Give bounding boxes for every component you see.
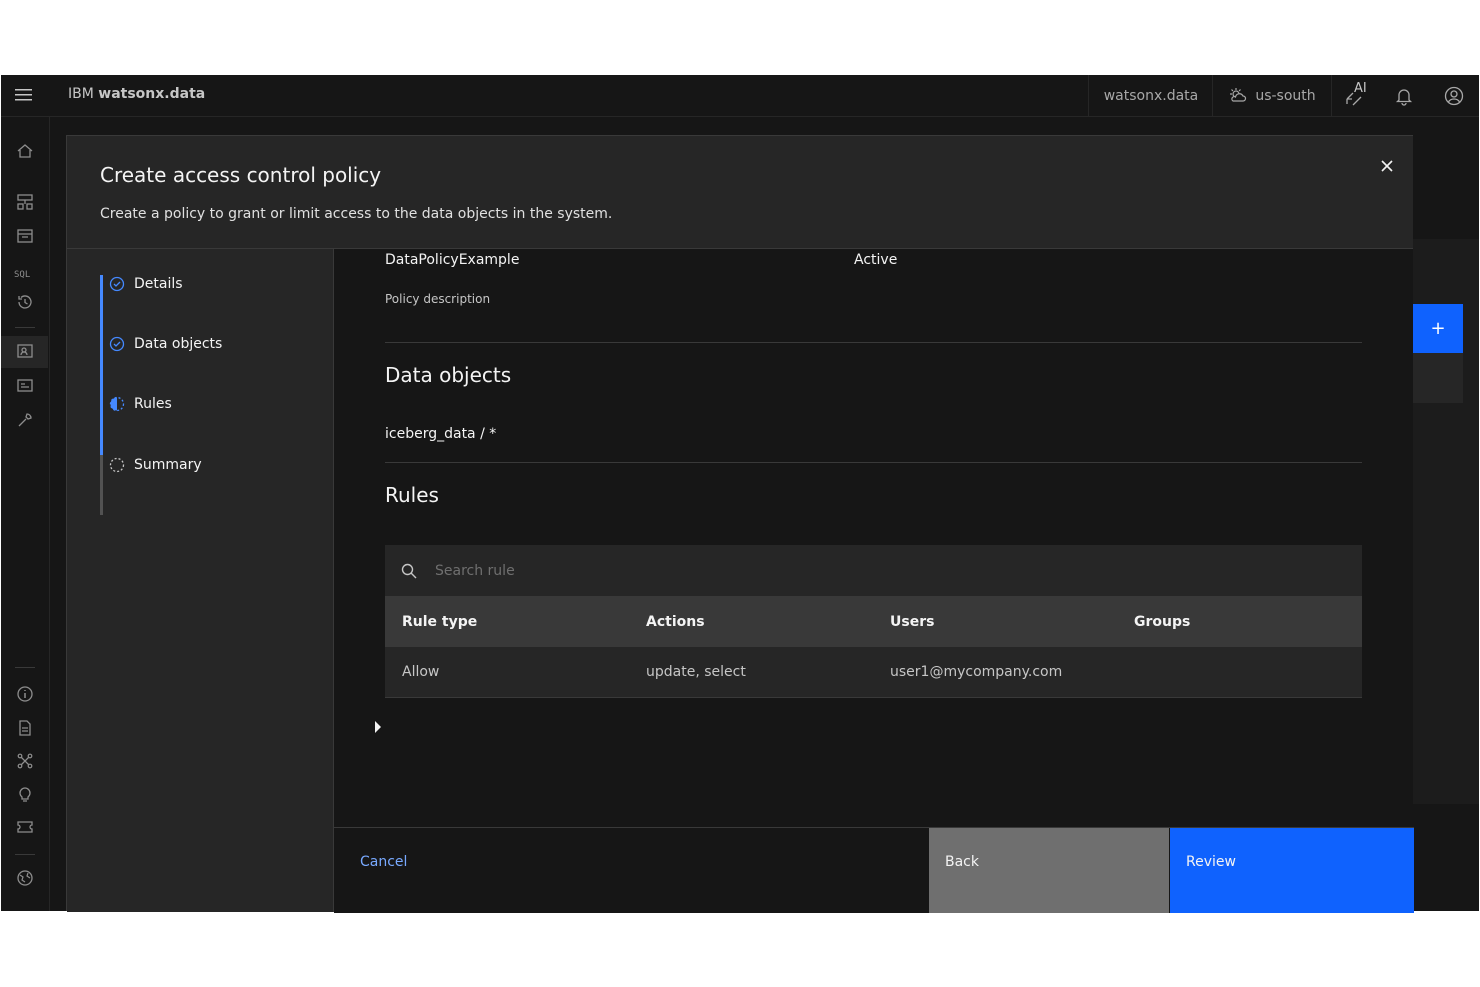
progress-line-complete bbox=[100, 275, 103, 455]
sql-icon[interactable]: SQL bbox=[14, 262, 36, 280]
step-details[interactable]: Details bbox=[109, 276, 183, 292]
step-label: Summary bbox=[134, 457, 202, 473]
column-header-rule-type[interactable]: Rule type bbox=[385, 614, 629, 630]
background-table-row bbox=[1413, 353, 1463, 403]
top-bar: IBM watsonx.data watsonx.data us-south A… bbox=[1, 75, 1479, 117]
configurations-icon[interactable] bbox=[16, 411, 34, 429]
notifications-button[interactable] bbox=[1379, 75, 1429, 116]
search-icon bbox=[401, 563, 417, 579]
global-icon[interactable] bbox=[16, 869, 34, 887]
cancel-button[interactable]: Cancel bbox=[334, 828, 929, 913]
policy-status: Active bbox=[854, 252, 898, 268]
create-policy-modal: Create access control policy Create a po… bbox=[66, 135, 1414, 913]
policy-description-label: Policy description bbox=[385, 292, 491, 306]
step-label: Rules bbox=[134, 396, 172, 412]
modal-footer: Cancel Back Review bbox=[334, 827, 1414, 913]
product-name[interactable]: IBM watsonx.data bbox=[68, 86, 205, 102]
close-icon[interactable] bbox=[1373, 152, 1401, 180]
ai-assistant-icon: AI bbox=[1345, 81, 1367, 107]
modal-subtitle: Create a policy to grant or limit access… bbox=[100, 206, 613, 222]
caret-right-icon[interactable] bbox=[373, 719, 383, 733]
cell-users: user1@mycompany.com bbox=[890, 664, 1063, 680]
circle-dash-icon bbox=[109, 457, 125, 473]
cloud-sun-icon bbox=[1229, 87, 1247, 104]
progress-indicator: Details Data objects Rules Summary bbox=[67, 249, 334, 912]
left-navigation: SQL bbox=[1, 117, 50, 911]
summary-content: DataPolicyExample Active Policy descript… bbox=[335, 249, 1413, 827]
add-icon: + bbox=[1430, 318, 1446, 339]
step-label: Data objects bbox=[134, 336, 223, 352]
incomplete-half-icon bbox=[109, 396, 125, 412]
step-data-objects[interactable]: Data objects bbox=[109, 336, 222, 352]
rules-title: Rules bbox=[385, 483, 439, 507]
home-icon[interactable] bbox=[16, 142, 34, 160]
step-rules[interactable]: Rules bbox=[109, 396, 172, 412]
nav-divider bbox=[15, 854, 35, 855]
ticket-icon[interactable] bbox=[16, 818, 34, 836]
data-objects-title: Data objects bbox=[385, 363, 512, 387]
modal-title: Create access control policy bbox=[100, 163, 382, 187]
access-control-icon bbox=[16, 343, 34, 361]
rules-search bbox=[385, 545, 1362, 597]
nav-divider bbox=[15, 667, 35, 668]
review-button[interactable]: Review bbox=[1170, 828, 1414, 913]
step-label: Details bbox=[134, 276, 183, 292]
brand-prefix: IBM bbox=[68, 86, 94, 102]
documentation-icon[interactable] bbox=[16, 719, 34, 737]
bell-icon bbox=[1394, 86, 1414, 106]
progress-line-incomplete bbox=[100, 455, 103, 515]
access-control-nav-item[interactable] bbox=[1, 336, 48, 368]
column-header-groups[interactable]: Groups bbox=[1117, 614, 1361, 630]
table-header: Rule type Actions Users Groups bbox=[385, 597, 1362, 647]
history-icon[interactable] bbox=[16, 293, 34, 311]
workspace-icon[interactable] bbox=[16, 377, 34, 395]
modal-header: Create access control policy Create a po… bbox=[67, 136, 1413, 249]
data-object-item: iceberg_data / * bbox=[385, 426, 497, 442]
column-header-users[interactable]: Users bbox=[873, 614, 1117, 630]
menu-icon[interactable] bbox=[13, 85, 35, 105]
info-icon[interactable] bbox=[16, 685, 34, 703]
cell-actions: update, select bbox=[646, 664, 746, 680]
user-avatar-icon bbox=[1444, 86, 1464, 106]
data-manager-icon[interactable] bbox=[16, 227, 34, 245]
ai-assistant-button[interactable]: AI bbox=[1331, 75, 1380, 116]
instance-label: watsonx.data bbox=[1103, 87, 1199, 104]
region-switcher[interactable]: us-south bbox=[1212, 75, 1332, 116]
rules-table: Rule type Actions Users Groups Allow upd… bbox=[385, 545, 1362, 698]
background-add-button[interactable]: + bbox=[1413, 304, 1463, 353]
back-button[interactable]: Back bbox=[929, 828, 1169, 913]
user-profile-button[interactable] bbox=[1429, 75, 1479, 116]
section-divider bbox=[385, 342, 1362, 343]
policy-name: DataPolicyExample bbox=[385, 252, 520, 268]
section-divider bbox=[385, 462, 1362, 463]
region-label: us-south bbox=[1255, 87, 1316, 104]
nav-divider bbox=[15, 327, 35, 328]
sql-label: SQL bbox=[14, 270, 31, 280]
checkmark-outline-icon bbox=[109, 336, 125, 352]
checkmark-outline-icon bbox=[109, 276, 125, 292]
infrastructure-icon[interactable] bbox=[16, 193, 34, 211]
ai-label: AI bbox=[1354, 80, 1367, 96]
step-summary[interactable]: Summary bbox=[109, 457, 202, 473]
search-input[interactable] bbox=[433, 561, 1317, 580]
brand-name: watsonx.data bbox=[98, 86, 206, 102]
instance-switcher[interactable]: watsonx.data bbox=[1088, 75, 1213, 116]
integrations-icon[interactable] bbox=[16, 752, 34, 770]
table-row[interactable]: Allow update, select user1@mycompany.com bbox=[385, 647, 1362, 698]
cell-rule-type: Allow bbox=[402, 664, 440, 680]
ideas-icon[interactable] bbox=[16, 785, 34, 803]
column-header-actions[interactable]: Actions bbox=[629, 614, 873, 630]
